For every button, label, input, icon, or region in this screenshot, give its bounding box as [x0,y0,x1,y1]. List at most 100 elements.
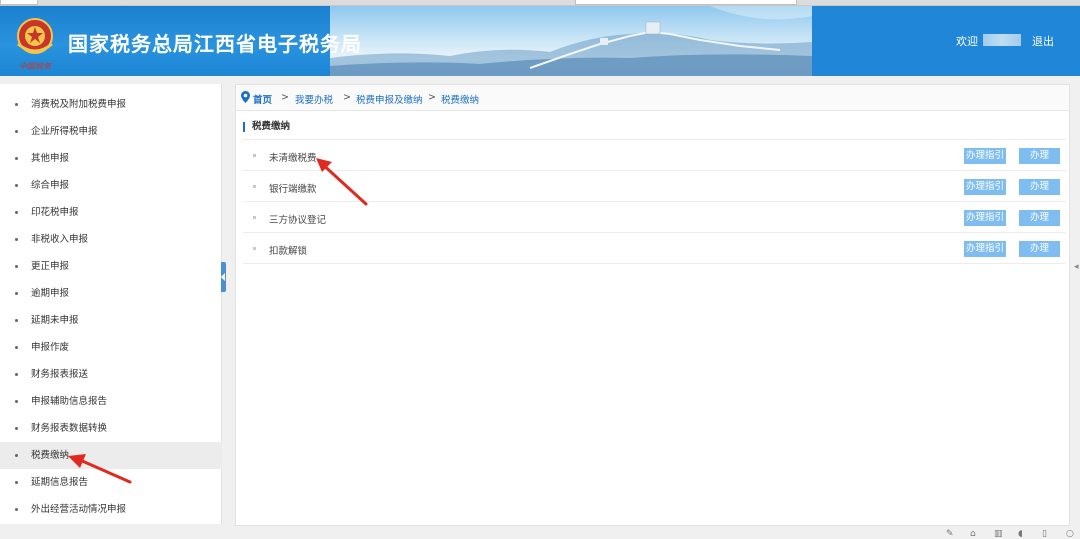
sidebar-item-outbound-business-declaration[interactable]: 外出经营活动情况申报 [0,496,222,523]
site-header: 中国税务 国家税务总局江西省电子税务局 欢迎 退出 [0,6,1080,76]
bullet-icon [253,247,256,250]
sidebar-item-label: 更正申报 [31,261,70,272]
bullet-icon [15,508,18,511]
handle-button[interactable]: 办理 [1019,241,1060,257]
welcome-label: 欢迎 [956,35,978,48]
bullet-icon [253,185,256,188]
bullet-icon [15,481,18,484]
logo-text: 中国税务 [19,62,52,71]
search-icon[interactable]: ○ [1066,529,1074,539]
sidebar-item-label: 税费缴纳 [31,450,70,461]
bullet-icon [15,211,18,214]
guide-button[interactable]: 办理指引 [964,210,1006,226]
sidebar-item-label: 财务报表报送 [31,369,89,380]
breadcrumb-level3[interactable]: 税费缴纳 [441,92,479,106]
bullet-icon [15,373,18,376]
bullet-icon [15,346,18,349]
username-redacted [983,34,1021,46]
bullet-icon [15,319,18,322]
sidebar-item-other-declaration[interactable]: 其他申报 [0,145,222,172]
sidebar-item-statement-data-conversion[interactable]: 财务报表数据转换 [0,415,222,442]
handle-button[interactable]: 办理 [1019,210,1060,226]
bullet-icon [253,216,256,219]
breadcrumb: 首页 > 我要办税 > 税费申报及缴纳 > 税费缴纳 [236,85,1069,111]
item-label-unpaid-taxes[interactable]: 未清缴税费 [269,150,317,164]
sidebar-item-overdue-declaration[interactable]: 逾期申报 [0,280,222,307]
browser-address-bar[interactable] [575,0,797,5]
sidebar-item-correction-declaration[interactable]: 更正申报 [0,253,222,280]
bullet-icon [15,292,18,295]
status-bar: ✎ ⌂ ▥ ◖ ▯ ○ [0,529,1080,539]
sidebar-item-non-tax-revenue[interactable]: 非税收入申报 [0,226,222,253]
bullet-icon [15,130,18,133]
sidebar-item-label: 延期未申报 [31,315,79,326]
sidebar-item-tax-payment[interactable]: 税费缴纳 [0,442,222,469]
sidebar-item-comprehensive-declaration[interactable]: 综合申报 [0,172,222,199]
sound-icon[interactable]: ◖ [1018,529,1023,539]
sidebar-item-label: 综合申报 [31,180,70,191]
list-item: 银行端缴款 办理指引 办理 [243,171,1066,202]
tax-emblem-icon[interactable]: 中国税务 [12,14,58,72]
breadcrumb-home[interactable]: 首页 [253,92,272,106]
bullet-icon [15,454,18,457]
sidebar-item-label: 财务报表数据转换 [31,423,108,434]
handle-button[interactable]: 办理 [1019,179,1060,195]
bullet-icon [15,184,18,187]
breadcrumb-separator: > [343,92,351,103]
section-title: 税费缴纳 [243,122,290,132]
sidebar-item-auxiliary-info-report[interactable]: 申报辅助信息报告 [0,388,222,415]
item-label-bank-payment[interactable]: 银行端缴款 [269,181,317,195]
item-label-tripartite-agreement[interactable]: 三方协议登记 [269,212,326,226]
delete-icon[interactable]: ▥ [994,529,1003,539]
sidebar-item-label: 消费税及附加税费申报 [31,99,127,110]
sidebar-item-label: 逾期申报 [31,288,70,299]
collapse-arrow-icon[interactable] [221,262,226,292]
list-item: 扣款解锁 办理指引 办理 [243,233,1066,264]
sidebar-item-label: 申报作废 [31,342,70,353]
location-pin-icon [241,91,250,103]
breadcrumb-separator: > [428,92,436,103]
bullet-icon [253,154,256,157]
sidebar-item-declaration-void[interactable]: 申报作废 [0,334,222,361]
sidebar-menu: 消费税及附加税费申报 企业所得税申报 其他申报 综合申报 印花税申报 非税收入申… [0,84,222,524]
tool-icon[interactable]: ✎ [946,529,954,539]
bullet-icon [15,400,18,403]
guide-button[interactable]: 办理指引 [964,148,1006,164]
sidebar-item-label: 其他申报 [31,153,70,164]
item-label-debit-unlock[interactable]: 扣款解锁 [269,243,307,257]
main-content: 首页 > 我要办税 > 税费申报及缴纳 > 税费缴纳 税费缴纳 未清缴税费 办理… [235,84,1070,526]
sidebar-item-label: 延期信息报告 [31,477,89,488]
breadcrumb-level2[interactable]: 税费申报及缴纳 [356,92,423,106]
breadcrumb-level1[interactable]: 我要办税 [295,92,333,106]
browser-tab[interactable] [0,0,38,5]
list-item: 未清缴税费 办理指引 办理 [243,140,1066,171]
bullet-icon [15,238,18,241]
great-wall-illustration [330,6,812,76]
sidebar-item-consumption-tax[interactable]: 消费税及附加税费申报 [0,91,222,118]
guide-button[interactable]: 办理指引 [964,241,1006,257]
bullet-icon [15,157,18,160]
handle-button[interactable]: 办理 [1019,148,1060,164]
bullet-icon [15,103,18,106]
sidebar-item-financial-statements[interactable]: 财务报表报送 [0,361,222,388]
edit-icon[interactable]: ⌂ [970,529,976,539]
sidebar-item-label: 企业所得税申报 [31,126,98,137]
window-icon[interactable]: ▯ [1042,529,1047,539]
sidebar-item-extension-undeclared[interactable]: 延期未申报 [0,307,222,334]
sidebar-item-label: 印花税申报 [31,207,79,218]
bullet-icon [15,265,18,268]
scroll-indicator[interactable]: ◂ [1074,262,1079,272]
guide-button[interactable]: 办理指引 [964,179,1006,195]
site-title: 国家税务总局江西省电子税务局 [68,32,362,56]
sidebar-item-corporate-income-tax[interactable]: 企业所得税申报 [0,118,222,145]
logout-link[interactable]: 退出 [1032,33,1054,49]
sidebar-item-label: 申报辅助信息报告 [31,396,108,407]
breadcrumb-separator: > [281,92,289,103]
sidebar-item-extension-info-report[interactable]: 延期信息报告 [0,469,222,496]
list-item: 三方协议登记 办理指引 办理 [243,202,1066,233]
header-banner-image [330,6,812,76]
sidebar-item-stamp-tax[interactable]: 印花税申报 [0,199,222,226]
sidebar-item-label: 非税收入申报 [31,234,89,245]
sidebar-item-label: 外出经营活动情况申报 [31,504,127,515]
bullet-icon [15,427,18,430]
